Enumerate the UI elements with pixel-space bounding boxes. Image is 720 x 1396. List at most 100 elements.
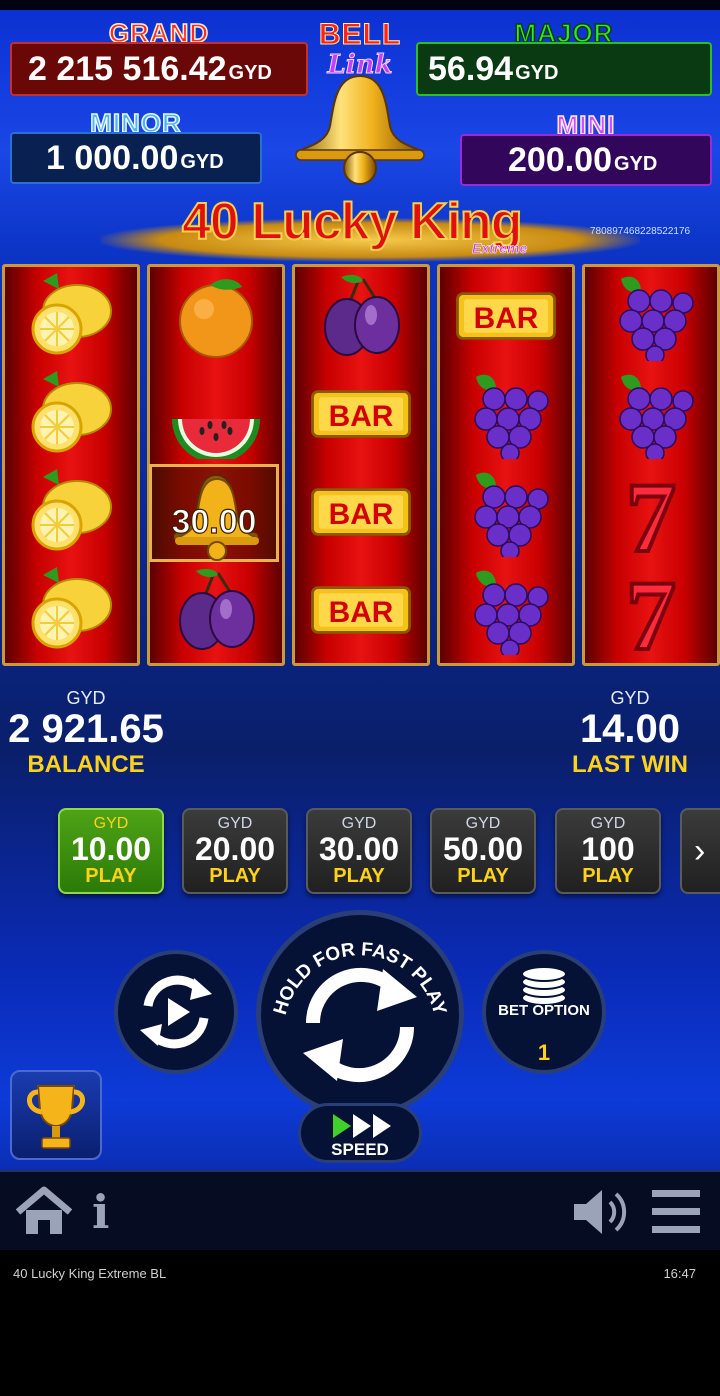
jackpot-grand-value: 2 215 516.42 [28,49,227,88]
last-win-display: GYD 14.00 LAST WIN [560,688,700,779]
spin-icon: HOLD FOR FAST PLAY [270,939,450,1083]
bell-link-logo: BELL Link [290,14,430,189]
bet-button-3[interactable]: GYD 30.00 PLAY [306,808,412,894]
reel-3-symbol-bar: BAR [295,463,427,561]
balance-value: 2 921.65 [8,707,164,751]
bet-play-label: PLAY [85,865,137,887]
jackpot-grand-currency: GYD [228,61,272,84]
bet-button-5[interactable]: GYD 100 PLAY [555,808,661,894]
bet-play-label: PLAY [582,865,634,887]
bet-play-label: PLAY [457,865,509,887]
jackpot-mini-value: 200.00 [508,140,612,179]
reel-2-symbol-watermelon [150,365,282,463]
reel-4: BAR [437,264,575,666]
speaker-icon [574,1190,627,1234]
jackpot-major: MAJOR 56.94 GYD [416,17,712,98]
balance-currency: GYD [66,688,106,708]
status-game-title: 40 Lucky King Extreme BL [13,1266,167,1281]
jackpot-mini-box: 200.00 GYD [460,134,712,186]
game-title: 40 Lucky King Extreme [100,188,660,264]
reel-1 [2,264,140,666]
reel-4-symbol-grapes [440,561,572,659]
round-id: 7808974682285221​76 [590,226,691,237]
game-screen: GRAND 2 215 516.42 GYD MAJOR 56.94 GYD M… [0,0,720,1250]
jackpot-major-currency: GYD [515,61,559,84]
svg-text:BAR: BAR [474,302,539,335]
status-clock: 16:47 [663,1266,696,1281]
home-icon [15,1186,73,1234]
bet-button-2[interactable]: GYD 20.00 PLAY [182,808,288,894]
reel-1-symbol-lemon [5,561,137,659]
svg-text:7: 7 [626,467,676,557]
reel-4-symbol-bar: BAR [440,267,572,365]
trophy-icon [27,1085,85,1149]
bet-button-4[interactable]: GYD 50.00 PLAY [430,808,536,894]
reel-5-symbol-grapes [585,267,717,365]
bet-button-1[interactable]: GYD 10.00 PLAY [58,808,164,894]
bet-amount: 10.00 [70,831,152,867]
bet-play-label: PLAY [209,865,261,887]
bet-play-label: PLAY [333,865,385,887]
bell-logo-text: BELL [318,18,402,52]
balance-label: BALANCE [27,751,145,778]
jackpot-minor-box: 1 000.00 GYD [10,132,262,184]
reel-3-symbol-bar: BAR [295,561,427,659]
balance-display: GYD 2 921.65 BALANCE [4,688,168,779]
reel-1-symbol-lemon [5,365,137,463]
jackpot-minor-value: 1 000.00 [46,138,179,177]
bet-next-button[interactable]: › [680,808,720,894]
svg-text:BAR: BAR [329,498,394,531]
reel-4-symbol-grapes [440,463,572,561]
last-win-value: 14.00 [579,707,681,751]
jackpot-major-box: 56.94 GYD [416,42,712,96]
reel-5-symbol-seven: 7 [585,561,717,659]
hamburger-menu-icon [652,1190,700,1233]
bet-option-button[interactable]: BET OPTION 1 [482,950,606,1074]
link-logo-text: Link [327,50,393,81]
jackpot-mini: MINI 200.00 GYD [460,109,712,188]
reel-2-symbol-orange [150,267,282,365]
autoplay-icon [140,975,212,1049]
reel-5-symbol-grapes [585,365,717,463]
bottom-nav: i [0,1172,720,1250]
svg-text:BAR: BAR [329,596,394,629]
autoplay-button[interactable] [114,950,238,1074]
info-icon: i [92,1185,110,1239]
bet-amount: 20.00 [194,831,276,867]
svg-text:7: 7 [626,565,676,655]
bet-amount: 100 [581,831,635,867]
jackpot-minor-currency: GYD [180,150,224,173]
game-title-subtitle: Extreme [472,240,528,257]
win-amount: 30.00 [171,502,257,541]
jackpot-grand: GRAND 2 215 516.42 GYD [10,17,308,98]
fast-forward-icon [333,1114,391,1138]
bet-amount: 50.00 [442,831,524,867]
reels: BAR BAR BAR BAR 7 7 30.00 [0,264,720,666]
reel-4-symbol-grapes [440,365,572,463]
reel-2-symbol-plum [150,561,282,659]
jackpot-grand-box: 2 215 516.42 GYD [10,42,308,96]
menu-button[interactable] [648,1186,704,1238]
info-button[interactable]: i [92,1184,122,1240]
win-highlight: 30.00 [149,464,279,562]
jackpot-major-value: 56.94 [428,49,514,88]
sound-button[interactable] [570,1184,630,1240]
reel-5-symbol-seven: 7 [585,463,717,561]
reel-1-symbol-lemon [5,463,137,561]
bet-option-label: BET OPTION [498,1002,590,1019]
last-win-label: LAST WIN [572,751,688,778]
chevron-right-icon: › [694,832,706,870]
speed-button[interactable]: SPEED [298,1103,422,1163]
trophy-button[interactable] [10,1070,102,1160]
spin-button[interactable]: HOLD FOR FAST PLAY [256,910,464,1118]
status-bar: 40 Lucky King Extreme BL 16:47 [0,1250,720,1396]
reel-3: BAR BAR BAR [292,264,430,666]
svg-text:BAR: BAR [329,400,394,433]
reel-3-symbol-plum [295,267,427,365]
game-title-text: 40 Lucky King [181,192,524,252]
home-button[interactable] [12,1184,76,1240]
bet-option-value: 1 [537,1040,551,1065]
reel-1-symbol-lemon [5,267,137,365]
jackpot-minor: MINOR 1 000.00 GYD [10,107,262,186]
jackpot-mini-currency: GYD [614,152,658,175]
